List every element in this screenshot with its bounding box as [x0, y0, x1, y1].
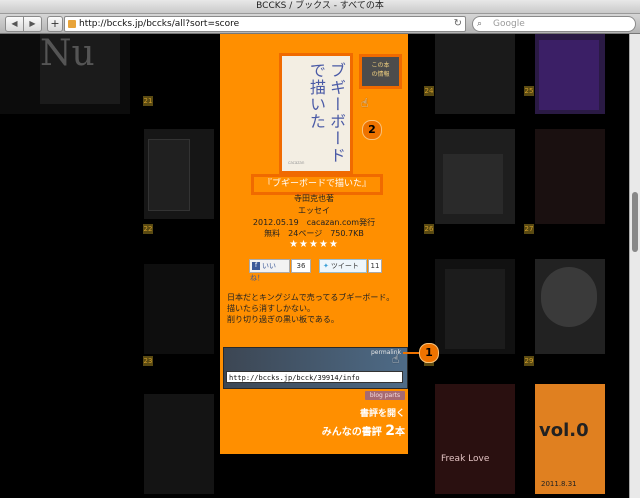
rank-badge: 26 — [424, 224, 434, 234]
reviews-count: 2 — [385, 423, 395, 439]
annotation-leader-line — [403, 352, 419, 354]
book-tile[interactable]: 縦 — [144, 129, 214, 334]
browser-toolbar: ◀ ▶ + http://bccks.jp/bccks/all?sort=sco… — [0, 14, 640, 34]
book-detail-panel: ブギーボードで描いた cacazan この本 の情報 『ブギーボードで描いた』 … — [220, 34, 408, 454]
book-cover — [443, 154, 503, 214]
book-cover — [539, 40, 599, 110]
search-placeholder: Google — [493, 19, 525, 29]
book-description: 日本だとキングジムで売ってるブギーボード。 描いたら消すしかない。 削り切り過ぎ… — [227, 293, 395, 324]
cover-publisher: cacazan — [288, 160, 305, 165]
book-tile[interactable] — [144, 264, 214, 354]
book-details: 無料 24ページ 750.7KB — [264, 229, 364, 238]
rating-stars: ★★★★★ — [289, 239, 339, 250]
add-bookmark-button[interactable]: + — [47, 16, 63, 32]
rank-badge: 27 — [524, 224, 534, 234]
permalink-box: permalink http://bccks.jp/bcck/39914/inf… — [223, 347, 408, 389]
pointer-cursor-icon: ☝ — [361, 96, 369, 110]
book-tile[interactable]: Nu — [0, 34, 130, 114]
open-reviews-link[interactable]: 書評を開く — [360, 406, 405, 419]
book-cover-image[interactable]: ブギーボードで描いた cacazan — [279, 53, 353, 174]
book-cover: 2011.8.31 — [541, 480, 577, 488]
reviews-unit: 本 — [395, 427, 405, 438]
back-button[interactable]: ◀ — [5, 16, 24, 32]
cover-title: ブギーボードで描いた — [307, 62, 346, 164]
facebook-like-button[interactable]: f いいね！ — [249, 259, 290, 282]
forward-button[interactable]: ▶ — [23, 16, 42, 32]
window-title: BCCKS / ブックス - すべての本 — [256, 1, 384, 11]
book-cover: vol.0 — [539, 420, 589, 441]
book-tile[interactable]: Freak Love — [435, 384, 515, 494]
book-tile[interactable] — [535, 34, 605, 114]
book-tile[interactable] — [535, 259, 605, 354]
facebook-icon: f — [252, 262, 260, 270]
reviews-summary[interactable]: みんなの書評 2本 — [322, 423, 405, 439]
book-author: 寺田克也著 — [294, 194, 334, 203]
like-count: 36 — [291, 259, 311, 273]
site-favicon-icon — [68, 20, 76, 28]
blog-parts-button[interactable]: blog parts — [365, 391, 405, 400]
rank-badge: 24 — [424, 86, 434, 96]
book-info-button[interactable]: この本 の情報 — [359, 54, 402, 89]
book-title[interactable]: 『ブギーボードで描いた』 — [251, 174, 383, 195]
rank-badge: 29 — [524, 356, 534, 366]
annotation-marker-1: 1 — [419, 343, 439, 363]
search-field[interactable]: ⌕ Google — [472, 16, 636, 32]
book-published: 2012.05.19 cacazan.com発行 — [252, 218, 376, 227]
book-cover — [445, 269, 505, 349]
vertical-scrollbar[interactable] — [629, 34, 640, 498]
book-tile[interactable]: vol.0 2011.8.31 — [535, 384, 605, 494]
permalink-url-field[interactable]: http://bccks.jp/bcck/39914/info — [226, 371, 403, 383]
book-genre: エッセイ — [298, 206, 330, 215]
book-tile[interactable] — [144, 394, 214, 494]
book-tile[interactable] — [435, 34, 515, 114]
pointer-cursor-icon: ☝ — [392, 352, 400, 366]
book-cover — [541, 267, 597, 327]
book-tile[interactable] — [535, 129, 605, 224]
book-tile[interactable] — [435, 259, 515, 354]
rank-badge: 22 — [143, 224, 153, 234]
annotation-marker-2: 2 — [362, 120, 382, 140]
book-cover — [148, 139, 190, 211]
twitter-bird-icon: ✦ — [323, 262, 329, 270]
book-cover: Freak Love — [441, 454, 490, 464]
scrollbar-thumb[interactable] — [632, 192, 638, 252]
reload-icon[interactable]: ↻ — [454, 17, 462, 31]
rank-badge: 25 — [524, 86, 534, 96]
address-bar[interactable]: http://bccks.jp/bccks/all?sort=score ↻ — [64, 16, 466, 32]
rank-badge: 23 — [143, 356, 153, 366]
address-url: http://bccks.jp/bccks/all?sort=score — [79, 19, 240, 29]
book-tile[interactable] — [435, 129, 515, 224]
tweet-button[interactable]: ✦ ツイート — [319, 259, 367, 273]
book-info-label: この本 の情報 — [371, 62, 390, 78]
book-cover: Nu — [40, 34, 120, 104]
window-titlebar: BCCKS / ブックス - すべての本 — [0, 0, 640, 14]
search-icon: ⌕ — [477, 19, 483, 29]
rank-badge: 21 — [143, 96, 153, 106]
reviews-label: みんなの書評 — [321, 427, 382, 438]
tweet-label: ツイート — [330, 262, 359, 270]
tweet-count: 11 — [368, 259, 382, 273]
